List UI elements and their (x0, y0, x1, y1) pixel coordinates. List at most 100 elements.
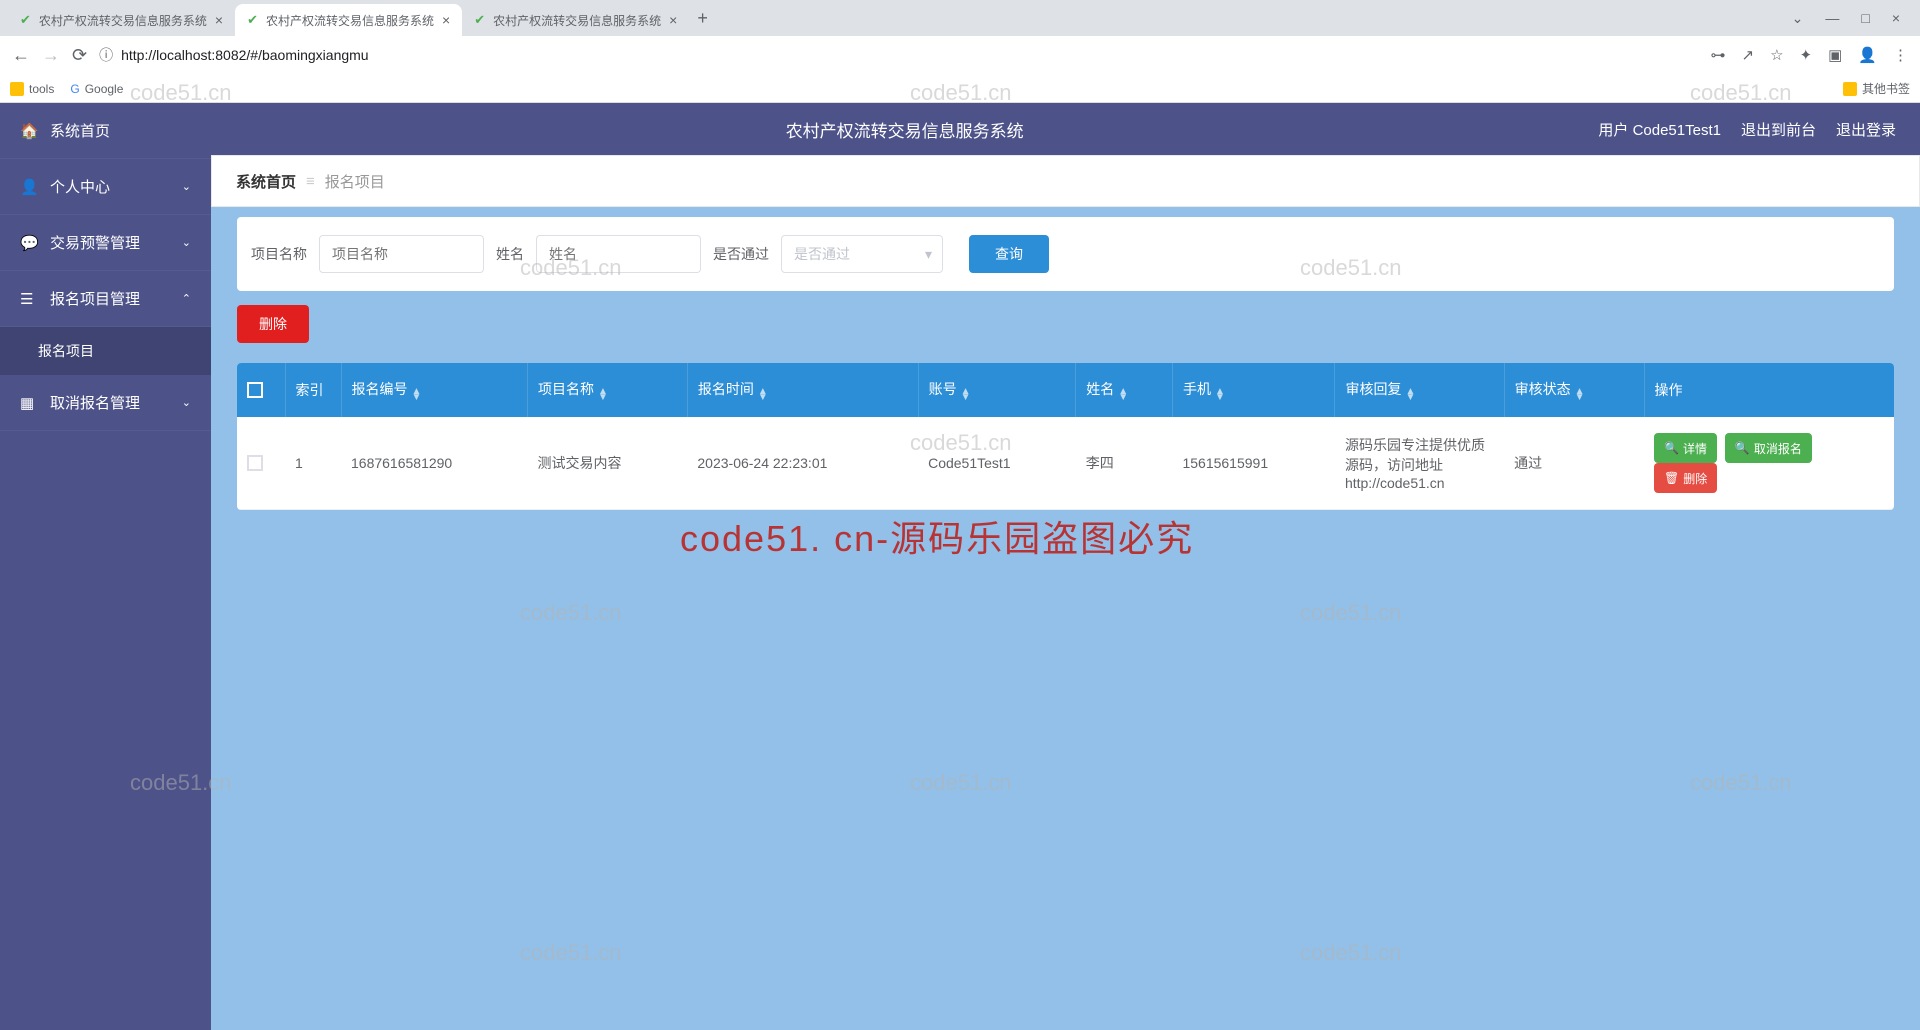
logout-front-link[interactable]: 退出到前台 (1741, 119, 1816, 140)
maximize-icon[interactable]: □ (1861, 10, 1869, 27)
back-icon[interactable]: ← (12, 45, 30, 66)
col-name[interactable]: 姓名▲▼ (1076, 363, 1173, 417)
close-icon[interactable]: × (1892, 10, 1900, 27)
filter-name-input[interactable] (536, 235, 701, 273)
col-regno[interactable]: 报名编号▲▼ (341, 363, 527, 417)
folder-icon (1843, 82, 1857, 96)
cell-account: Code51Test1 (918, 417, 1076, 510)
col-reply[interactable]: 审核回复▲▼ (1335, 363, 1504, 417)
sort-icon: ▲▼ (1215, 389, 1225, 401)
chevron-down-icon[interactable]: ⌄ (1792, 10, 1804, 27)
bookmark-other[interactable]: 其他书签 (1843, 80, 1910, 97)
col-action: 操作 (1644, 363, 1894, 417)
filter-pass-label: 是否通过 (713, 244, 769, 264)
sort-icon: ▲▼ (1118, 389, 1128, 401)
data-table: 索引 报名编号▲▼ 项目名称▲▼ 报名时间▲▼ 账号▲▼ 姓名▲▼ 手机▲▼ 审… (237, 363, 1894, 510)
search-icon: 🔍 (1735, 441, 1750, 455)
tab-bar: ✔农村产权流转交易信息服务系统× ✔农村产权流转交易信息服务系统× ✔农村产权流… (0, 0, 1920, 36)
sort-icon: ▲▼ (412, 389, 422, 401)
profile-icon[interactable]: 👤 (1858, 46, 1877, 64)
query-button[interactable]: 查询 (969, 235, 1049, 273)
sidebar-sub-label: 报名项目 (38, 341, 94, 361)
cell-phone: 15615615991 (1172, 417, 1334, 510)
col-project[interactable]: 项目名称▲▼ (527, 363, 687, 417)
forward-icon: → (42, 45, 60, 66)
main-area: 农村产权流转交易信息服务系统 用户 Code51Test1 退出到前台 退出登录… (211, 103, 1920, 1030)
star-icon[interactable]: ☆ (1770, 46, 1783, 64)
trash-icon: 🗑 (1664, 471, 1679, 485)
browser-tab[interactable]: ✔农村产权流转交易信息服务系统× (235, 4, 462, 36)
user-label: 用户 Code51Test1 (1598, 119, 1721, 140)
search-icon: 🔍 (1664, 441, 1679, 455)
url-input[interactable]: ⓘ http://localhost:8082/#/baomingxiangmu (99, 45, 1698, 65)
detail-button[interactable]: 🔍详情 (1654, 433, 1717, 463)
tab-title: 农村产权流转交易信息服务系统 (39, 12, 207, 29)
sort-icon: ▲▼ (598, 389, 608, 401)
browser-tab[interactable]: ✔农村产权流转交易信息服务系统× (462, 4, 689, 36)
logout-link[interactable]: 退出登录 (1836, 119, 1896, 140)
vue-icon: ✔ (474, 12, 485, 28)
topbar: 农村产权流转交易信息服务系统 用户 Code51Test1 退出到前台 退出登录 (211, 103, 1920, 155)
browser-chrome: ✔农村产权流转交易信息服务系统× ✔农村产权流转交易信息服务系统× ✔农村产权流… (0, 0, 1920, 103)
chat-icon: 💬 (20, 234, 36, 252)
sidebar-label: 交易预警管理 (50, 232, 140, 253)
cancel-reg-button[interactable]: 🔍取消报名 (1725, 433, 1812, 463)
chevron-up-icon: ⌃ (182, 292, 191, 305)
close-icon[interactable]: × (669, 12, 677, 28)
menu-icon[interactable]: ⋮ (1893, 46, 1908, 64)
sidebar-item-home[interactable]: 🏠系统首页 (0, 103, 211, 159)
key-icon[interactable]: ⊶ (1711, 46, 1726, 64)
col-index[interactable]: 索引 (285, 363, 341, 417)
sidebar-item-register[interactable]: ☰报名项目管理⌃ (0, 271, 211, 327)
cell-name: 李四 (1076, 417, 1173, 510)
breadcrumb-sep: ≡ (306, 173, 315, 190)
sidebar-label: 报名项目管理 (50, 288, 140, 309)
cell-project: 测试交易内容 (527, 417, 687, 510)
sidebar-item-cancel[interactable]: ▦取消报名管理⌄ (0, 375, 211, 431)
app-title: 农村产权流转交易信息服务系统 (211, 117, 1598, 142)
close-icon[interactable]: × (215, 12, 223, 28)
filter-panel: 项目名称 姓名 是否通过 是否通过 查询 (237, 217, 1894, 291)
share-icon[interactable]: ↗ (1742, 46, 1755, 64)
sort-icon: ▲▼ (1575, 389, 1585, 401)
bookmark-tools[interactable]: tools (10, 82, 54, 96)
sidebar-label: 取消报名管理 (50, 392, 140, 413)
col-time[interactable]: 报名时间▲▼ (687, 363, 918, 417)
filter-name-label: 姓名 (496, 244, 524, 264)
browser-tab[interactable]: ✔ 农村产权流转交易信息服务系统 × (8, 4, 235, 36)
address-bar: ← → ⟳ ⓘ http://localhost:8082/#/baomingx… (0, 36, 1920, 74)
sidebar-item-alert[interactable]: 💬交易预警管理⌄ (0, 215, 211, 271)
sidebar: 🏠系统首页 👤个人中心⌄ 💬交易预警管理⌄ ☰报名项目管理⌃ 报名项目 ▦取消报… (0, 103, 211, 1030)
extensions-icon[interactable]: ✦ (1800, 46, 1813, 64)
delete-bar: 删除 (237, 305, 1894, 343)
checkbox-all[interactable] (247, 382, 263, 398)
breadcrumb: 系统首页 ≡ 报名项目 (211, 155, 1920, 207)
cell-time: 2023-06-24 22:23:01 (687, 417, 918, 510)
minimize-icon[interactable]: — (1825, 10, 1839, 27)
app: 🏠系统首页 👤个人中心⌄ 💬交易预警管理⌄ ☰报名项目管理⌃ 报名项目 ▦取消报… (0, 103, 1920, 1030)
info-icon[interactable]: ⓘ (99, 45, 113, 65)
bookmark-google[interactable]: GGoogle (70, 82, 123, 96)
filter-pass-select[interactable]: 是否通过 (781, 235, 943, 273)
col-account[interactable]: 账号▲▼ (918, 363, 1076, 417)
new-tab-button[interactable]: + (697, 8, 708, 29)
reload-icon[interactable]: ⟳ (72, 45, 87, 66)
panel-icon[interactable]: ▣ (1828, 46, 1842, 64)
filter-project-input[interactable] (319, 235, 484, 273)
bookmark-label: tools (29, 82, 54, 96)
window-controls: ⌄ — □ × (1792, 10, 1920, 27)
sidebar-item-personal[interactable]: 👤个人中心⌄ (0, 159, 211, 215)
google-icon: G (70, 82, 79, 96)
breadcrumb-home[interactable]: 系统首页 (236, 171, 296, 192)
row-delete-button[interactable]: 🗑删除 (1654, 463, 1717, 493)
delete-button[interactable]: 删除 (237, 305, 309, 343)
sidebar-sub-register-project[interactable]: 报名项目 (0, 327, 211, 375)
grid-icon: ▦ (20, 394, 36, 412)
row-checkbox[interactable] (247, 455, 263, 471)
sort-icon: ▲▼ (758, 389, 768, 401)
close-icon[interactable]: × (442, 12, 450, 28)
filter-project-label: 项目名称 (251, 244, 307, 264)
vue-icon: ✔ (20, 12, 31, 28)
col-phone[interactable]: 手机▲▼ (1172, 363, 1334, 417)
col-status[interactable]: 审核状态▲▼ (1504, 363, 1644, 417)
